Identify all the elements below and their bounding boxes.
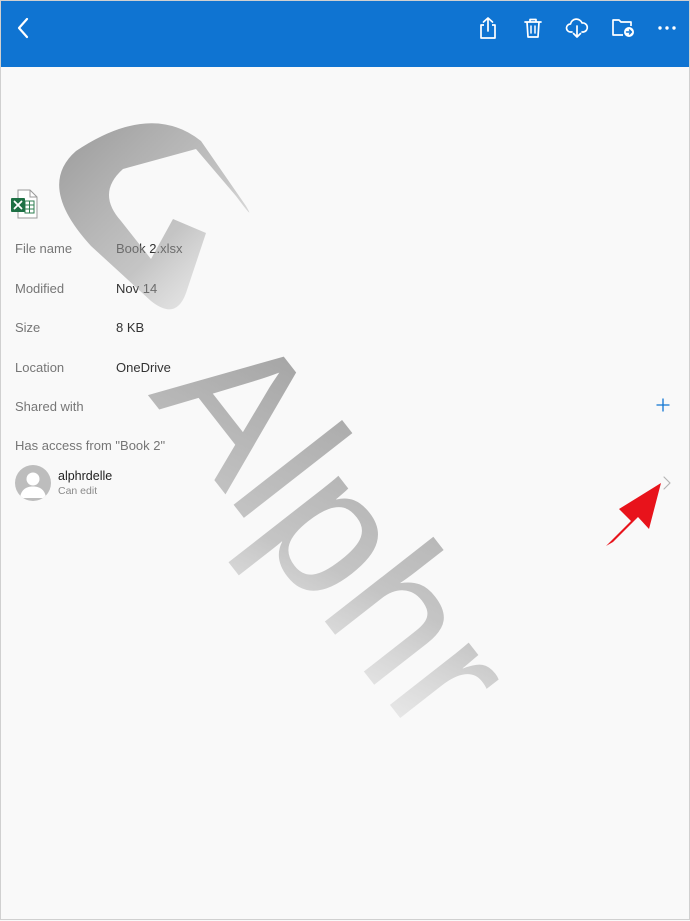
chevron-right-icon[interactable]: [660, 475, 674, 491]
location-value[interactable]: OneDrive: [116, 360, 171, 375]
person-name: alphrdelle: [58, 469, 113, 483]
shared-with-label: Shared with: [15, 399, 84, 414]
move-button[interactable]: [605, 10, 641, 46]
share-icon: [480, 17, 496, 39]
person-icon: [20, 472, 46, 498]
top-toolbar: [1, 1, 689, 67]
more-options-button[interactable]: [649, 10, 685, 46]
trash-icon: [524, 18, 542, 38]
modified-label: Modified: [15, 281, 65, 296]
plus-icon: [656, 398, 670, 412]
back-button[interactable]: [5, 10, 41, 46]
avatar: [15, 465, 51, 501]
add-people-button[interactable]: [652, 394, 674, 416]
file-details-panel: File name Book 2.xlsx Modified Nov 14 Si…: [1, 67, 689, 919]
excel-file-icon: [11, 189, 38, 219]
share-button[interactable]: [470, 10, 506, 46]
location-label: Location: [15, 360, 65, 375]
download-button[interactable]: [559, 10, 595, 46]
file-name-value: Book 2.xlsx: [116, 241, 183, 256]
cloud-download-icon: [565, 18, 589, 38]
person-permission: Can edit: [58, 485, 98, 497]
move-folder-icon: [612, 19, 634, 37]
size-value: 8 KB: [116, 320, 145, 335]
more-icon: [658, 26, 676, 30]
file-name-label: File name: [15, 241, 73, 256]
shared-person-row[interactable]: alphrdelle Can edit: [15, 465, 679, 503]
back-arrow-icon: [17, 17, 29, 39]
size-label: Size: [15, 320, 41, 335]
delete-button[interactable]: [515, 10, 551, 46]
access-from-label: Has access from "Book 2": [15, 438, 166, 453]
modified-value: Nov 14: [116, 281, 158, 296]
